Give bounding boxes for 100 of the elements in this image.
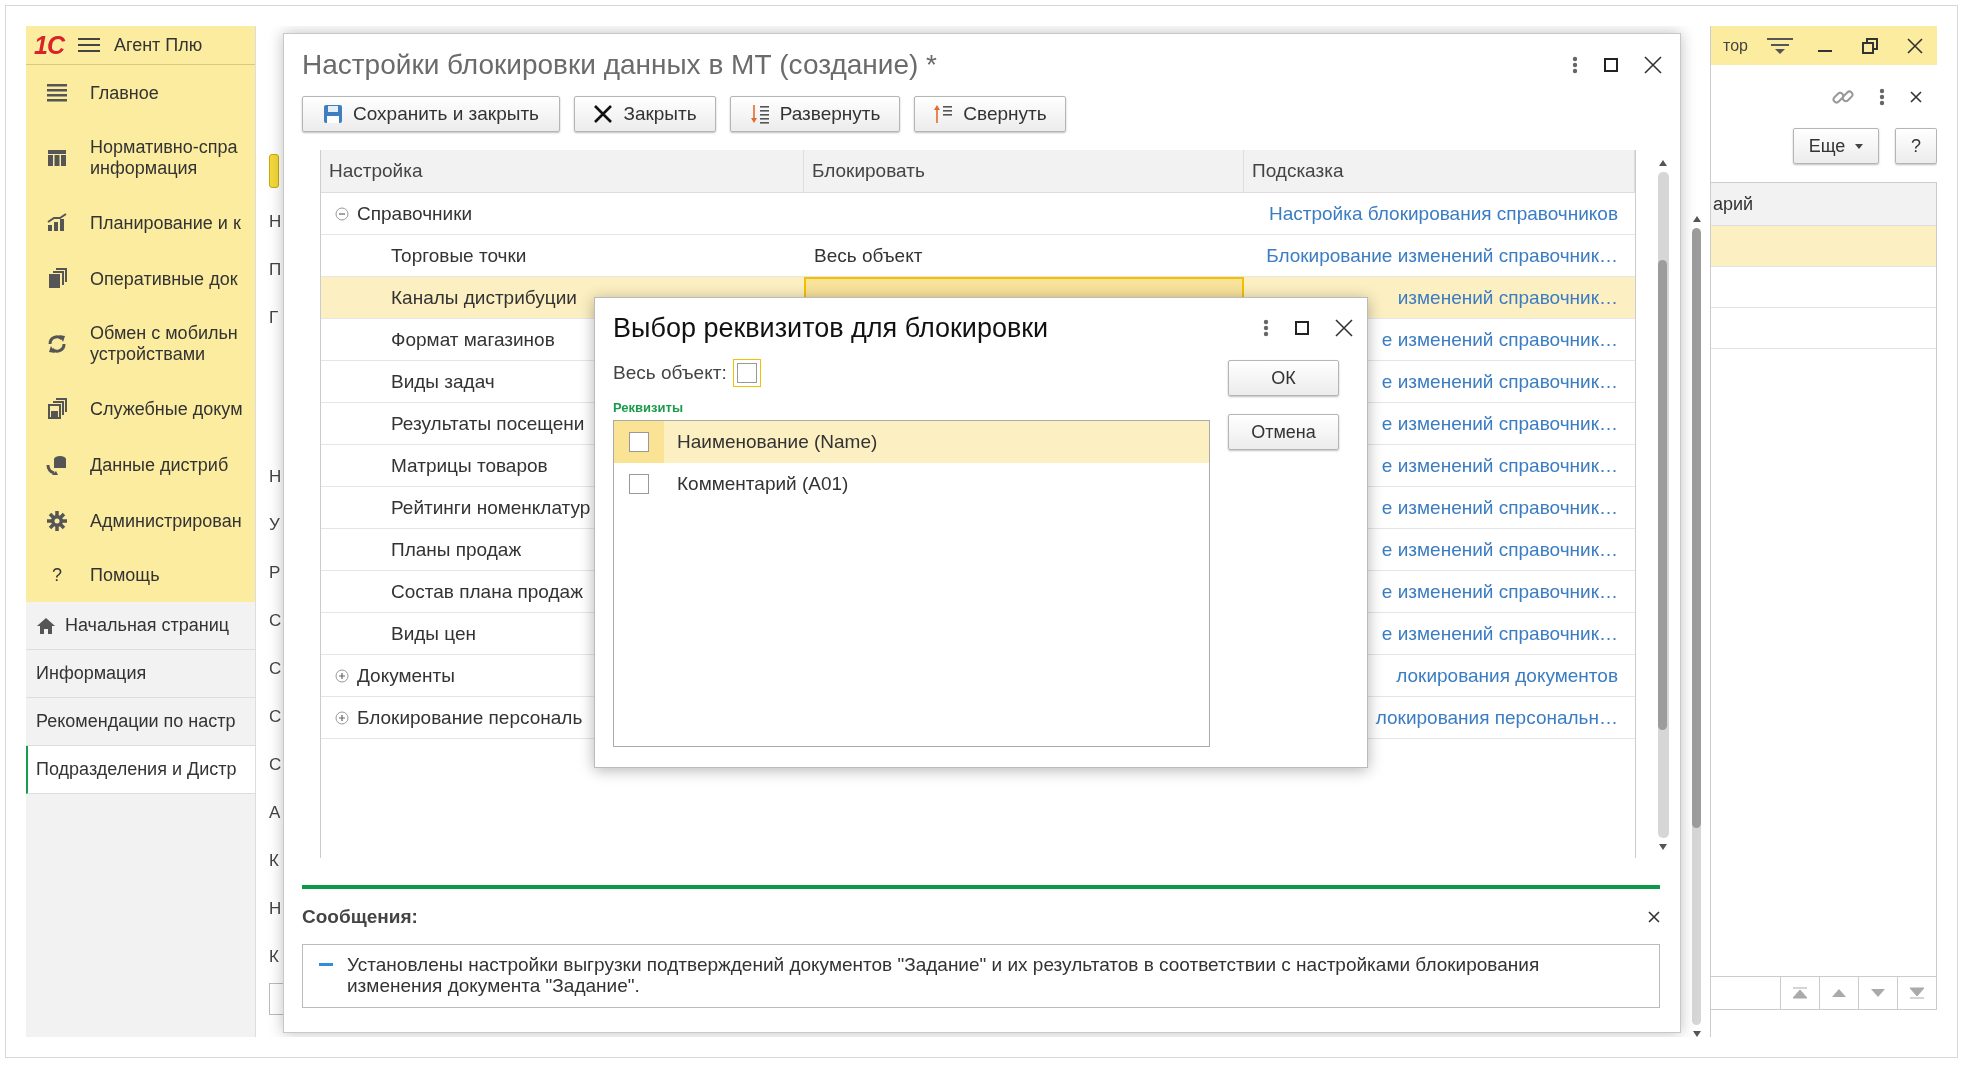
label-fragment: С (269, 658, 283, 680)
nav-item[interactable]: Подразделения и Дистр (26, 746, 255, 794)
expand-button[interactable]: Развернуть (730, 96, 900, 132)
button-edge (269, 154, 279, 188)
hint-link[interactable]: е изменений справочник… (1381, 580, 1618, 603)
column-header: арий (1711, 183, 1936, 226)
section-label[interactable]: Главное (90, 82, 159, 104)
save-close-button[interactable]: Сохранить и закрыть (302, 96, 560, 132)
checkbox[interactable] (736, 363, 757, 383)
app-title: Агент Плю (113, 34, 203, 56)
filter-icon[interactable] (1766, 36, 1793, 55)
group-label: Реквизиты (613, 400, 684, 415)
label-fragment: К (269, 850, 280, 872)
label-fragment: У (269, 514, 281, 536)
table-cell: Справочники (357, 202, 473, 225)
section-label[interactable]: Нормативно-спра информация (90, 137, 238, 179)
scroll-up-icon[interactable] (1692, 216, 1701, 222)
help-button[interactable]: ? (1895, 128, 1937, 164)
menu-icon[interactable] (77, 37, 100, 53)
table-cell: Документы (357, 664, 455, 687)
label-fragment: Н (269, 466, 283, 488)
nav-label: Информация (36, 663, 147, 684)
hint-link[interactable]: е изменений справочник… (1381, 412, 1618, 435)
table-cell: Блокирование персональ (357, 706, 583, 729)
list-row[interactable]: Наименование (Name) (614, 421, 1209, 463)
section-label[interactable]: Данные дистриб (90, 454, 229, 476)
collapse-button[interactable]: Свернуть (914, 96, 1066, 132)
table-cell: Формат магазинов (391, 328, 555, 351)
section-label[interactable]: Помощь (90, 565, 160, 586)
table-cell: Матрицы товаров (391, 454, 548, 477)
ok-button[interactable]: ОК (1228, 360, 1339, 396)
scroll-down-icon[interactable] (1692, 1031, 1701, 1037)
label-fragment: П (269, 259, 283, 281)
list-row[interactable]: Комментарий (A01) (614, 463, 1209, 505)
close-icon[interactable] (1906, 37, 1923, 54)
section-label[interactable]: Служебные докум (90, 398, 243, 420)
checkbox[interactable] (629, 474, 649, 494)
more-button[interactable]: Еще (1793, 128, 1879, 164)
help-icon: ? (52, 565, 62, 586)
expand-icon[interactable] (335, 710, 349, 725)
table-cell: Торговые точки (391, 244, 527, 267)
section-label[interactable]: Обмен с мобильн устройствами (90, 323, 238, 365)
section-label[interactable]: Планирование и к (90, 212, 241, 234)
hint-link[interactable]: е изменений справочник… (1381, 496, 1618, 519)
dialog-title: Выбор реквизитов для блокировки (613, 312, 1050, 344)
column-header: Подсказка (1244, 150, 1635, 192)
hint-link[interactable]: е изменений справочник… (1381, 328, 1618, 351)
scrollbar[interactable] (1657, 160, 1669, 850)
sort-up-icon (933, 104, 954, 124)
sort-down-icon (749, 104, 770, 124)
section-label[interactable]: Администрирован (90, 510, 242, 532)
table-cell: Виды задач (391, 370, 495, 393)
table-cell: Каналы дистрибуции (391, 286, 577, 309)
scrollbar[interactable] (1691, 216, 1702, 1037)
item-label: Наименование (Name) (676, 431, 878, 453)
close-icon[interactable] (1644, 56, 1662, 74)
restore-icon[interactable] (1861, 37, 1878, 54)
scroll-down-icon[interactable] (1659, 844, 1667, 850)
section-label[interactable]: Оперативные док (90, 268, 238, 290)
more-icon[interactable] (1263, 319, 1269, 337)
label-fragment: Р (269, 562, 282, 584)
messages-title: Сообщения: (302, 905, 418, 928)
maximize-icon[interactable] (1295, 321, 1309, 335)
hint-link[interactable]: Настройка блокирования справочников (1268, 202, 1618, 225)
maximize-icon[interactable] (1604, 58, 1618, 72)
hint-link[interactable]: Блокирование изменений справочник… (1266, 244, 1618, 267)
table-row[interactable]: Справочники Настройка блокирования справочников (321, 193, 1635, 235)
hint-link[interactable]: е изменений справочник… (1381, 538, 1618, 561)
close-icon[interactable] (1910, 90, 1922, 103)
expand-icon[interactable] (335, 668, 349, 683)
nav-label: Начальная страниц (65, 615, 230, 636)
caret-icon (1855, 143, 1864, 149)
table-cell: Виды цен (391, 622, 477, 645)
close-button[interactable]: Закрыть (574, 96, 716, 132)
cancel-button[interactable]: Отмена (1228, 414, 1339, 450)
header-text: тор (1723, 36, 1749, 55)
hint-link[interactable]: локирования персональн… (1375, 706, 1618, 729)
label-fragment: С (269, 706, 283, 728)
hint-link[interactable]: изменений справочник… (1397, 286, 1618, 309)
table-cell: Рейтинги номенклатур (391, 496, 591, 519)
hint-link[interactable]: е изменений справочник… (1381, 622, 1618, 645)
hint-link[interactable]: е изменений справочник… (1381, 454, 1618, 477)
database-icon (45, 453, 69, 477)
hint-link[interactable]: е изменений справочник… (1381, 370, 1618, 393)
label-fragment: Н (269, 898, 283, 920)
gear-icon (45, 509, 69, 533)
logo: 1С (34, 30, 64, 60)
scroll-up-icon[interactable] (1659, 160, 1667, 166)
nav-label: Подразделения и Дистр (36, 759, 237, 780)
close-icon[interactable] (1648, 910, 1660, 923)
close-icon[interactable] (1335, 319, 1353, 337)
nav-label: Рекомендации по настр (36, 711, 236, 732)
more-icon[interactable] (1879, 87, 1885, 106)
checkbox[interactable] (629, 432, 649, 452)
hint-link[interactable]: локирования документов (1396, 664, 1618, 687)
label-fragment: Н (269, 211, 283, 233)
label-fragment: С (269, 610, 283, 632)
home-icon (36, 616, 56, 635)
label-fragment: А (269, 802, 282, 824)
more-icon[interactable] (1572, 56, 1578, 74)
